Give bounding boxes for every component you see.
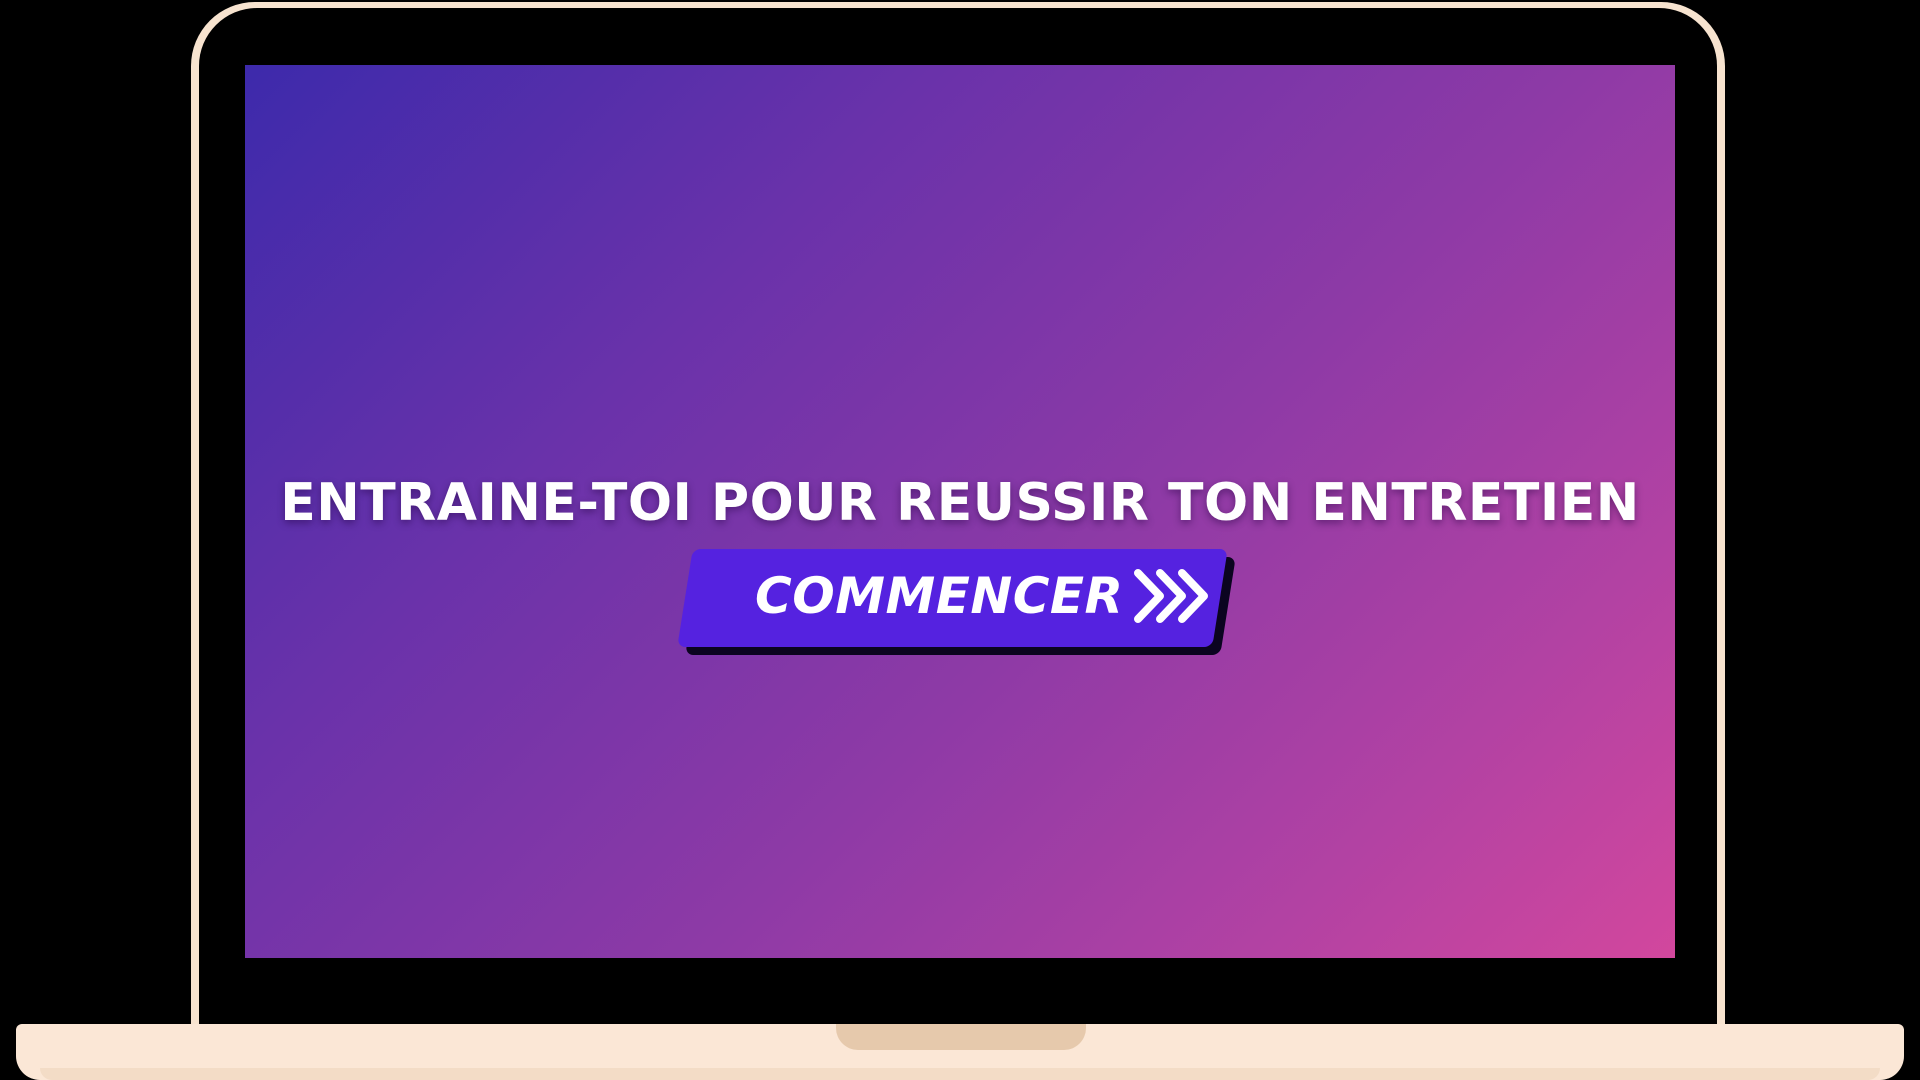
laptop-mockup: ENTRAINE-TOI POUR REUSSIR TON ENTRETIEN … — [0, 0, 1920, 1080]
page-title: ENTRAINE-TOI POUR REUSSIR TON ENTRETIEN — [280, 473, 1640, 533]
laptop-notch — [836, 1024, 1086, 1050]
laptop-screen: ENTRAINE-TOI POUR REUSSIR TON ENTRETIEN … — [245, 65, 1675, 958]
start-button-wrapper[interactable]: COMMENCER — [677, 543, 1245, 663]
start-button-label[interactable]: COMMENCER — [755, 567, 1124, 625]
triple-chevron-right-icon[interactable] — [1130, 563, 1220, 629]
laptop-base-edge — [40, 1068, 1880, 1080]
